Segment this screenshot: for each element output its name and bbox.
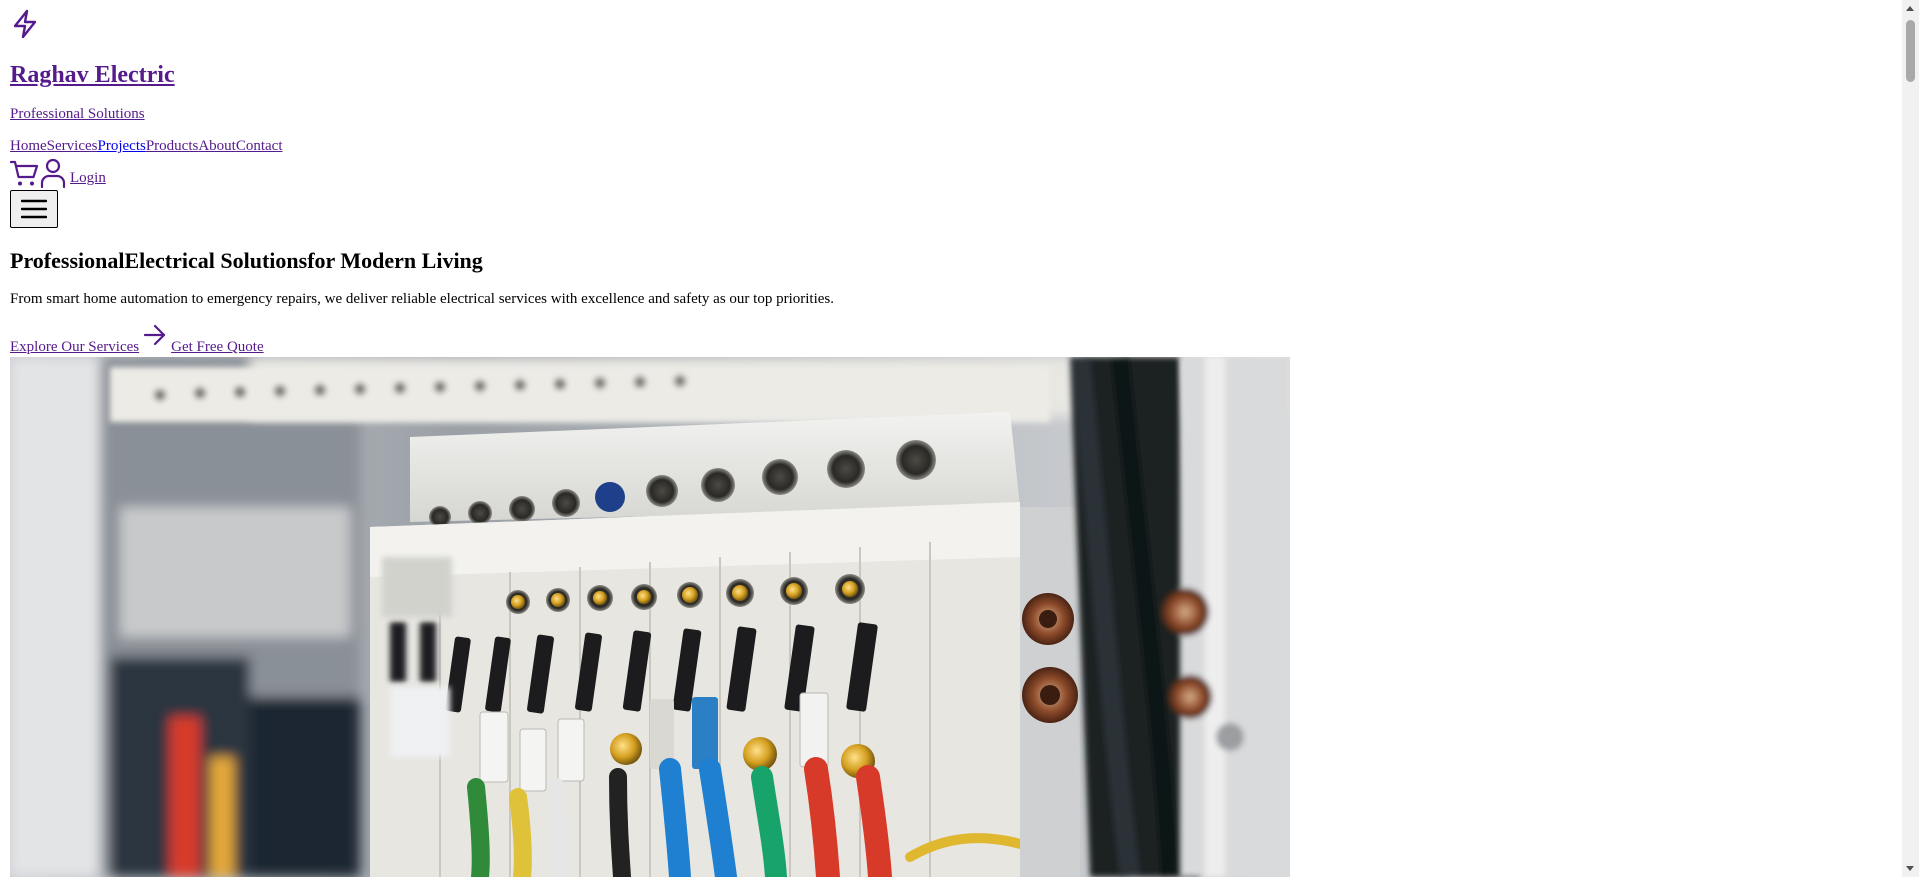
nav-item-home[interactable]: Home <box>10 138 47 154</box>
vertical-scrollbar[interactable] <box>1902 0 1919 877</box>
account-link[interactable] <box>40 158 66 188</box>
header-actions: Login <box>10 156 106 188</box>
brand-link[interactable]: Raghav Electric <box>10 62 175 88</box>
lightning-bolt-icon <box>13 9 37 39</box>
explore-services-link[interactable]: Explore Our Services <box>10 339 139 356</box>
free-quote-link[interactable]: Get Free Quote <box>171 339 263 356</box>
menu-toggle-button[interactable] <box>10 190 58 228</box>
hero-image <box>10 357 1290 877</box>
cart-link[interactable] <box>10 158 40 188</box>
user-icon <box>40 158 66 188</box>
arrow-right-icon <box>144 324 166 346</box>
electrical-panel-photo <box>10 357 1290 877</box>
nav-item-products[interactable]: Products <box>146 138 199 154</box>
hero-title: ProfessionalElectrical Solutionsfor Mode… <box>10 246 483 276</box>
nav-item-projects[interactable]: Projects <box>98 138 146 154</box>
tagline-link[interactable]: Professional Solutions <box>10 106 145 122</box>
hero-title-part-3: for Modern Living <box>307 248 483 273</box>
scroll-up-icon[interactable] <box>1906 6 1914 11</box>
login-link[interactable]: Login <box>70 168 106 188</box>
nav-item-services[interactable]: Services <box>47 138 98 154</box>
nav-item-contact[interactable]: Contact <box>236 138 283 154</box>
hero-title-highlight: Electrical Solutions <box>124 248 308 273</box>
hero-cta-row: Explore Our Services Get Free Quote <box>10 324 264 356</box>
brand-heading: Raghav Electric <box>10 58 175 92</box>
tagline: Professional Solutions <box>10 104 145 124</box>
page: Raghav Electric Professional Solutions H… <box>0 0 1919 877</box>
hero-title-part-1: Professional <box>10 248 125 273</box>
hero-description: From smart home automation to emergency … <box>10 291 834 307</box>
scroll-down-icon[interactable] <box>1906 866 1914 871</box>
scrollbar-thumb[interactable] <box>1906 20 1915 82</box>
main-nav: HomeServicesProjectsProductsAboutContact <box>10 136 282 156</box>
shopping-cart-icon <box>10 160 39 186</box>
hamburger-menu-icon <box>21 199 47 219</box>
nav-item-about[interactable]: About <box>198 138 236 154</box>
